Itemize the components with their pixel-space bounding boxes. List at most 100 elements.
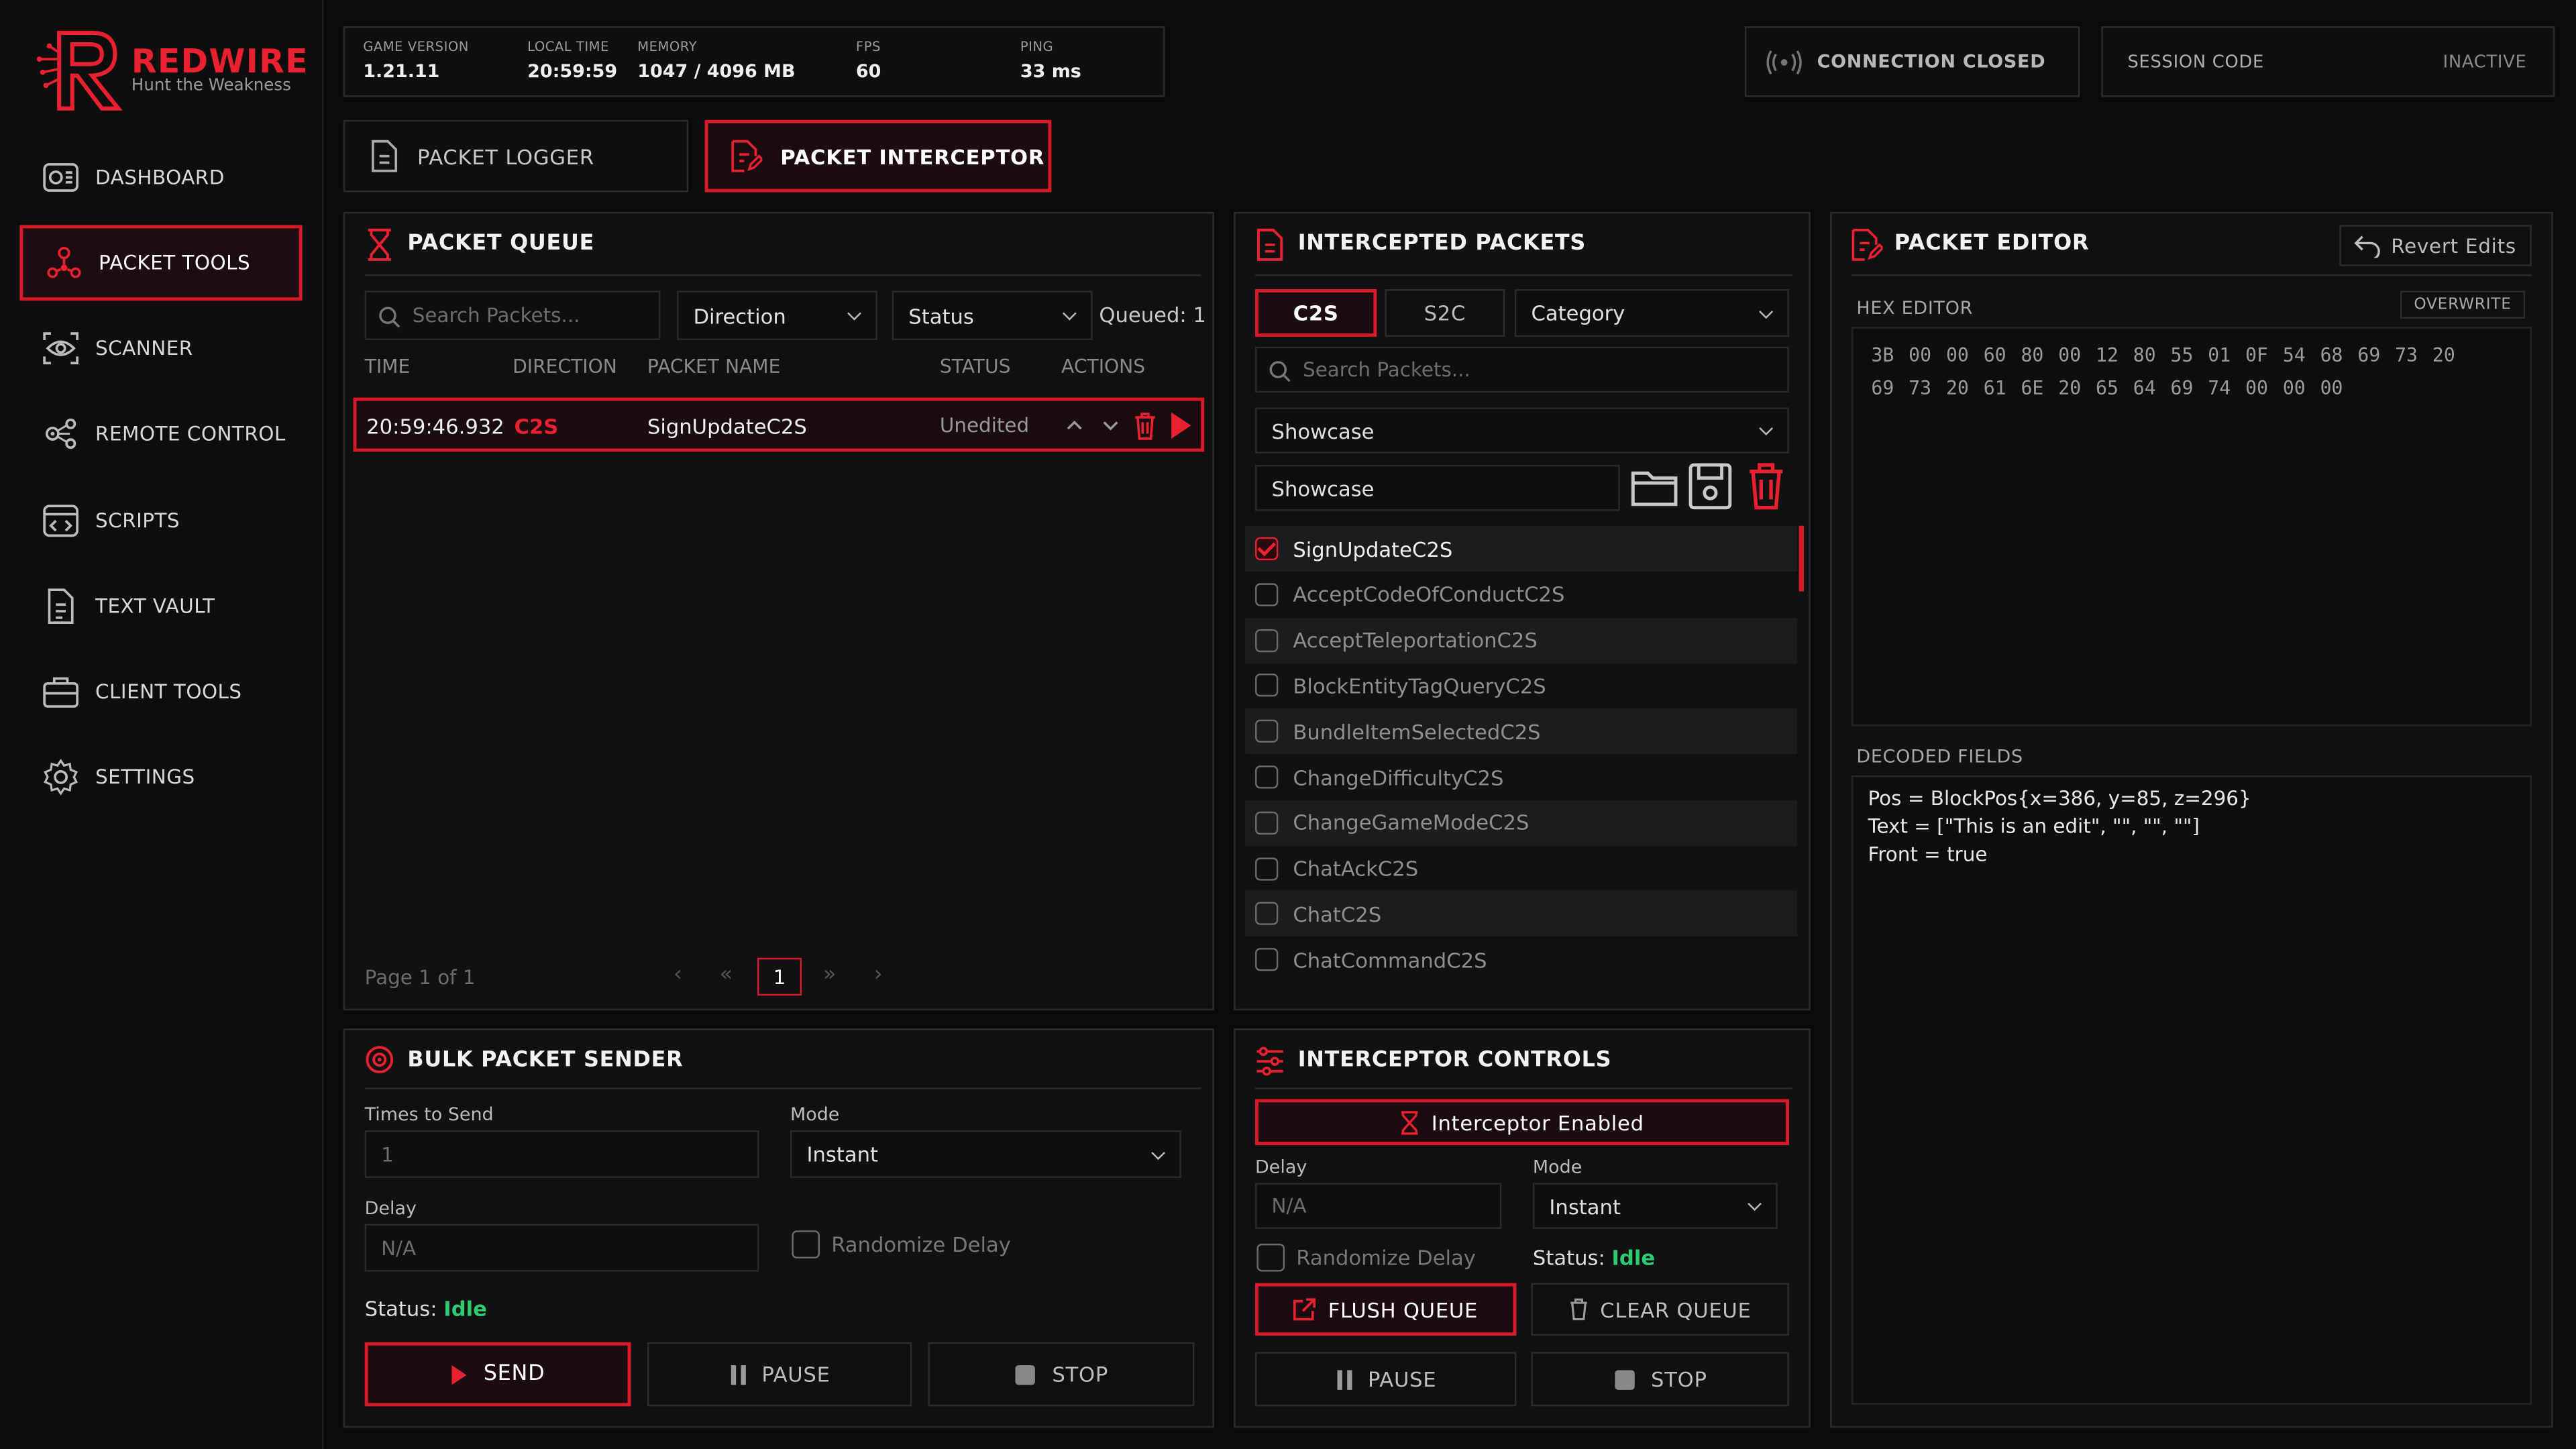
row-packet-name: SignUpdateC2S	[647, 414, 807, 439]
checkbox[interactable]	[1255, 811, 1279, 835]
code-window-icon	[43, 504, 78, 537]
list-item[interactable]: AcceptCodeOfConductC2S	[1245, 572, 1797, 618]
direction-select[interactable]: Direction	[676, 290, 877, 340]
list-item[interactable]: BundleItemSelectedC2S	[1245, 708, 1798, 755]
checkbox[interactable]	[1255, 948, 1279, 971]
list-item[interactable]: ChatAckC2S	[1245, 845, 1797, 892]
row-direction: C2S	[514, 414, 559, 439]
nav-item-packet-tools[interactable]: PACKET TOOLS	[19, 225, 303, 301]
bulk-delay-input[interactable]: N/A	[364, 1224, 759, 1272]
tab-packet-logger[interactable]: PACKET LOGGER	[343, 119, 689, 193]
packet-name: ChatCommandC2S	[1293, 947, 1487, 973]
checkbox[interactable]	[1255, 765, 1279, 789]
checkbox[interactable]	[1255, 857, 1279, 880]
list-item[interactable]: ChatC2S	[1245, 891, 1798, 937]
controls-pause-button[interactable]: PAUSE	[1255, 1352, 1517, 1407]
controls-mode-select[interactable]: Instant	[1532, 1183, 1778, 1229]
controls-status: Status: Idle	[1533, 1245, 1655, 1270]
bulk-mode-select[interactable]: Instant	[790, 1130, 1181, 1178]
prev-page-icon[interactable]: «	[720, 963, 733, 987]
checkbox[interactable]	[1255, 720, 1279, 743]
nav-item-settings[interactable]: SETTINGS	[19, 739, 302, 815]
folder-icon[interactable]	[1629, 464, 1678, 510]
queue-search-input[interactable]: Search Packets...	[364, 290, 661, 340]
nav-label: TEXT VAULT	[95, 594, 215, 618]
times-to-send-input[interactable]: 1	[364, 1130, 759, 1178]
nav-item-dashboard[interactable]: DASHBOARD	[19, 140, 302, 215]
status-select[interactable]: Status	[892, 290, 1093, 340]
next-page-icon[interactable]: »	[823, 963, 837, 987]
local-time-label: LOCAL TIME	[527, 39, 609, 54]
chevron-down-icon[interactable]	[1101, 417, 1120, 433]
nav-item-scripts[interactable]: SCRIPTS	[19, 483, 302, 559]
row-status: Unedited	[939, 414, 1030, 437]
checkbox[interactable]	[1255, 582, 1279, 606]
preset-name-input[interactable]: Showcase	[1255, 465, 1620, 511]
nav-item-client-tools[interactable]: CLIENT TOOLS	[19, 654, 302, 730]
bulk-mode-value: Instant	[806, 1142, 879, 1167]
table-row[interactable]: 20:59:46.932 C2S SignUpdateC2S Unedited	[353, 397, 1205, 452]
list-item[interactable]: ChangeGameModeC2S	[1245, 800, 1798, 846]
packet-name: ChatAckC2S	[1293, 856, 1419, 881]
list-item[interactable]: BlockEntityTagQueryC2S	[1245, 663, 1797, 709]
interceptor-enabled-toggle[interactable]: Interceptor Enabled	[1255, 1099, 1789, 1145]
col-status: STATUS	[939, 354, 1011, 378]
session-code-value: INACTIVE	[2443, 52, 2527, 72]
list-item[interactable]: ChatCommandC2S	[1245, 936, 1797, 983]
play-icon[interactable]	[1170, 411, 1193, 440]
checkbox[interactable]	[1255, 537, 1279, 561]
nav-item-scanner[interactable]: SCANNER	[19, 311, 302, 386]
queued-count: Queued: 1	[1099, 302, 1206, 327]
nav-item-remote-control[interactable]: REMOTE CONTROL	[19, 396, 302, 472]
bulk-randomize-delay-checkbox[interactable]: Randomize Delay	[792, 1230, 1011, 1258]
list-item[interactable]: ChangeDifficultyC2S	[1245, 754, 1797, 800]
tab-s2c[interactable]: S2C	[1385, 289, 1505, 337]
search-placeholder: Search Packets...	[1303, 358, 1470, 382]
checkbox[interactable]	[1255, 628, 1279, 652]
stop-icon	[1016, 1364, 1036, 1385]
intercepted-search-input[interactable]: Search Packets...	[1255, 346, 1789, 393]
play-icon	[452, 1364, 468, 1385]
page-number-button[interactable]: 1	[757, 957, 802, 996]
preset-value: Showcase	[1271, 418, 1375, 443]
status-label: Status:	[1532, 1245, 1605, 1271]
interceptor-enabled-label: Interceptor Enabled	[1431, 1110, 1644, 1135]
pause-icon	[1336, 1369, 1352, 1389]
local-time-value: 20:59:59	[527, 60, 618, 83]
times-to-send-label: Times to Send	[364, 1104, 494, 1126]
divider	[1255, 274, 1792, 276]
controls-randomize-delay-checkbox[interactable]: Randomize Delay	[1256, 1243, 1476, 1272]
nav-label: DASHBOARD	[95, 166, 225, 189]
trash-icon[interactable]	[1134, 411, 1157, 440]
first-page-icon[interactable]: ‹	[674, 963, 682, 987]
controls-delay-input[interactable]: N/A	[1255, 1183, 1502, 1229]
checkbox[interactable]	[1255, 902, 1279, 926]
controls-mode-value: Instant	[1549, 1193, 1621, 1218]
bulk-stop-button[interactable]: STOP	[928, 1342, 1195, 1407]
list-item[interactable]: AcceptTeleportationC2S	[1245, 616, 1798, 663]
list-item[interactable]: SignUpdateC2S	[1245, 525, 1798, 572]
checkbox[interactable]	[792, 1230, 820, 1258]
bulk-pause-button[interactable]: PAUSE	[647, 1342, 912, 1407]
category-select[interactable]: Category	[1514, 289, 1789, 337]
tab-c2s[interactable]: C2S	[1255, 289, 1377, 337]
trash-icon[interactable]	[1746, 462, 1786, 511]
overwrite-mode-button[interactable]: OVERWRITE	[2400, 290, 2526, 319]
revert-edits-button[interactable]: Revert Edits	[2339, 225, 2532, 266]
search-icon	[379, 307, 400, 328]
controls-stop-button[interactable]: STOP	[1531, 1352, 1789, 1407]
checkbox[interactable]	[1255, 674, 1279, 698]
nav-item-text-vault[interactable]: TEXT VAULT	[19, 568, 302, 644]
clear-queue-button[interactable]: CLEAR QUEUE	[1531, 1283, 1789, 1336]
last-page-icon[interactable]: ›	[874, 963, 883, 987]
send-button[interactable]: SEND	[364, 1342, 631, 1407]
document-icon	[48, 588, 74, 625]
row-time: 20:59:46.932	[366, 414, 504, 439]
save-icon[interactable]	[1687, 462, 1733, 511]
flush-queue-button[interactable]: FLUSH QUEUE	[1255, 1283, 1517, 1336]
preset-select[interactable]: Showcase	[1255, 407, 1789, 453]
checkbox[interactable]	[1256, 1243, 1285, 1272]
scrollbar-thumb[interactable]	[1799, 525, 1805, 592]
tab-packet-interceptor[interactable]: PACKET INTERCEPTOR	[704, 119, 1052, 193]
chevron-up-icon[interactable]	[1065, 417, 1084, 433]
